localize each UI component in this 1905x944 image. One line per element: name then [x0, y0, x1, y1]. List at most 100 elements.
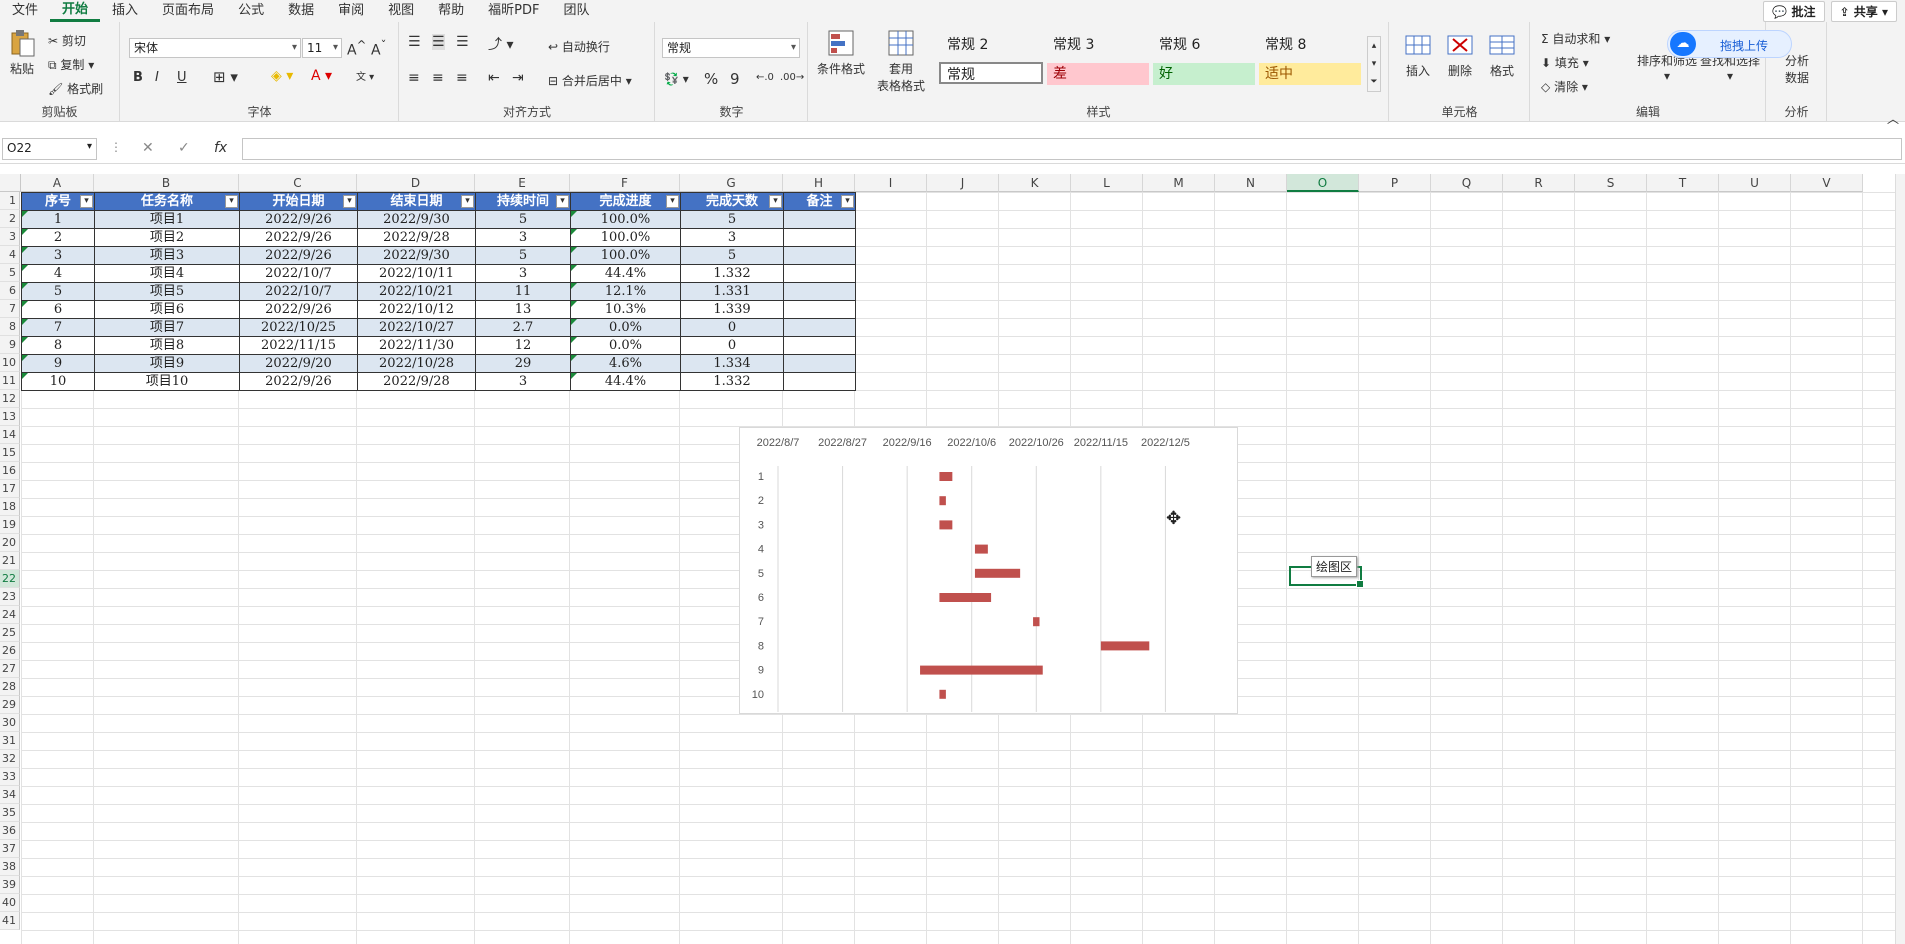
row-header-3[interactable]: 3 — [0, 228, 20, 246]
phonetic-icon[interactable]: 文 ▾ — [356, 68, 374, 83]
table-cell[interactable]: 项目9 — [94, 354, 240, 373]
table-cell[interactable]: 5 — [475, 246, 571, 265]
row-header-8[interactable]: 8 — [0, 318, 20, 336]
conditional-format-button[interactable]: 条件格式 — [815, 28, 867, 77]
gantt-bar-6[interactable] — [939, 593, 992, 602]
row-header-19[interactable]: 19 — [0, 516, 20, 534]
style-bad[interactable]: 差 — [1047, 63, 1149, 85]
column-header-Q[interactable]: Q — [1431, 174, 1503, 192]
row-header-20[interactable]: 20 — [0, 534, 20, 552]
table-cell[interactable]: 2022/11/15 — [239, 336, 358, 355]
italic-button[interactable]: I — [155, 70, 159, 85]
column-header-M[interactable]: M — [1143, 174, 1215, 192]
bold-button[interactable]: B — [133, 70, 143, 85]
table-cell[interactable]: 6 — [21, 300, 95, 319]
align-left-icon[interactable]: ≡ — [408, 70, 420, 86]
align-bottom-icon[interactable]: ☰ — [456, 34, 469, 50]
table-cell[interactable]: 5 — [21, 282, 95, 301]
style-normal-8[interactable]: 常规 8 — [1259, 34, 1312, 56]
table-cell[interactable]: 2022/10/11 — [357, 264, 476, 283]
table-cell[interactable]: 项目2 — [94, 228, 240, 247]
row-header-18[interactable]: 18 — [0, 498, 20, 516]
tab-1[interactable]: 开始 — [50, 0, 101, 22]
table-cell[interactable]: 2022/9/20 — [239, 354, 358, 373]
filter-dropdown-icon[interactable]: ▾ — [666, 195, 679, 208]
table-cell[interactable]: 2022/9/30 — [357, 246, 476, 265]
table-cell[interactable]: 7 — [21, 318, 95, 337]
table-cell[interactable] — [783, 354, 856, 373]
row-header-24[interactable]: 24 — [0, 606, 20, 624]
table-cell[interactable] — [783, 264, 856, 283]
column-header-B[interactable]: B — [94, 174, 239, 192]
column-header-A[interactable]: A — [21, 174, 94, 192]
row-header-30[interactable]: 30 — [0, 714, 20, 732]
row-header-15[interactable]: 15 — [0, 444, 20, 462]
font-name-select[interactable]: 宋体 — [129, 38, 301, 58]
comma-button[interactable]: 9 — [730, 70, 740, 88]
gantt-chart[interactable]: 2022/8/7 2022/8/27 2022/9/16 2022/10/6 2022/… — [739, 427, 1238, 714]
style-good[interactable]: 好 — [1153, 63, 1255, 85]
table-cell[interactable]: 5 — [680, 246, 784, 265]
align-top-icon[interactable]: ☰ — [408, 34, 421, 50]
table-cell[interactable]: 项目3 — [94, 246, 240, 265]
table-cell[interactable]: 2022/10/21 — [357, 282, 476, 301]
table-cell[interactable]: 44.4% — [570, 372, 681, 391]
table-cell[interactable]: 2022/9/26 — [239, 372, 358, 391]
column-header-P[interactable]: P — [1359, 174, 1431, 192]
table-cell[interactable]: 1.332 — [680, 372, 784, 391]
table-cell[interactable] — [783, 336, 856, 355]
table-cell[interactable]: 10 — [21, 372, 95, 391]
name-box[interactable]: O22 — [2, 138, 97, 160]
row-header-41[interactable]: 41 — [0, 912, 20, 930]
number-format-select[interactable]: 常规 — [662, 38, 800, 58]
column-header-E[interactable]: E — [475, 174, 570, 192]
gantt-bar-2[interactable] — [939, 496, 946, 506]
row-header-23[interactable]: 23 — [0, 588, 20, 606]
row-header-38[interactable]: 38 — [0, 858, 20, 876]
row-header-14[interactable]: 14 — [0, 426, 20, 444]
table-cell[interactable]: 0.0% — [570, 318, 681, 337]
table-cell[interactable]: 1.332 — [680, 264, 784, 283]
row-header-11[interactable]: 11 — [0, 372, 20, 390]
tab-5[interactable]: 数据 — [276, 0, 326, 22]
column-header-J[interactable]: J — [927, 174, 999, 192]
column-header-K[interactable]: K — [999, 174, 1071, 192]
row-header-26[interactable]: 26 — [0, 642, 20, 660]
fill-color-icon[interactable]: ◈ ▾ — [271, 68, 293, 84]
tab-0[interactable]: 文件 — [0, 0, 50, 22]
table-cell[interactable]: 2022/9/28 — [357, 228, 476, 247]
gantt-bar-4[interactable] — [974, 544, 988, 554]
tab-10[interactable]: 团队 — [551, 0, 601, 22]
row-header-10[interactable]: 10 — [0, 354, 20, 372]
column-header-V[interactable]: V — [1791, 174, 1863, 192]
style-neutral[interactable]: 适中 — [1259, 63, 1361, 85]
table-cell[interactable]: 2022/9/26 — [239, 210, 358, 229]
table-cell[interactable]: 2022/9/28 — [357, 372, 476, 391]
table-cell[interactable] — [783, 300, 856, 319]
table-cell[interactable]: 1.339 — [680, 300, 784, 319]
gantt-bar-8[interactable] — [1100, 641, 1150, 651]
row-header-6[interactable]: 6 — [0, 282, 20, 300]
table-cell[interactable]: 2022/10/25 — [239, 318, 358, 337]
enter-icon[interactable]: ✓ — [178, 140, 190, 156]
table-cell[interactable]: 项目5 — [94, 282, 240, 301]
row-header-34[interactable]: 34 — [0, 786, 20, 804]
table-cell[interactable]: 2022/9/30 — [357, 210, 476, 229]
row-header-35[interactable]: 35 — [0, 804, 20, 822]
table-cell[interactable] — [783, 282, 856, 301]
format-cells-button[interactable]: 格式 — [1482, 30, 1522, 79]
insert-cells-button[interactable]: 插入 — [1398, 30, 1438, 79]
table-cell[interactable] — [783, 318, 856, 337]
table-cell[interactable]: 2022/10/7 — [239, 282, 358, 301]
tab-3[interactable]: 页面布局 — [150, 0, 226, 22]
table-cell[interactable]: 2022/11/30 — [357, 336, 476, 355]
gantt-bar-1[interactable] — [939, 472, 953, 481]
table-cell[interactable]: 12 — [475, 336, 571, 355]
column-header-G[interactable]: G — [680, 174, 783, 192]
column-header-C[interactable]: C — [239, 174, 357, 192]
gantt-bar-3[interactable] — [939, 520, 953, 530]
insert-function-icon[interactable]: fx — [214, 140, 227, 156]
column-header-U[interactable]: U — [1719, 174, 1791, 192]
copy-button[interactable]: ⧉ 复制 ▾ — [48, 56, 94, 73]
filter-dropdown-icon[interactable]: ▾ — [225, 195, 238, 208]
